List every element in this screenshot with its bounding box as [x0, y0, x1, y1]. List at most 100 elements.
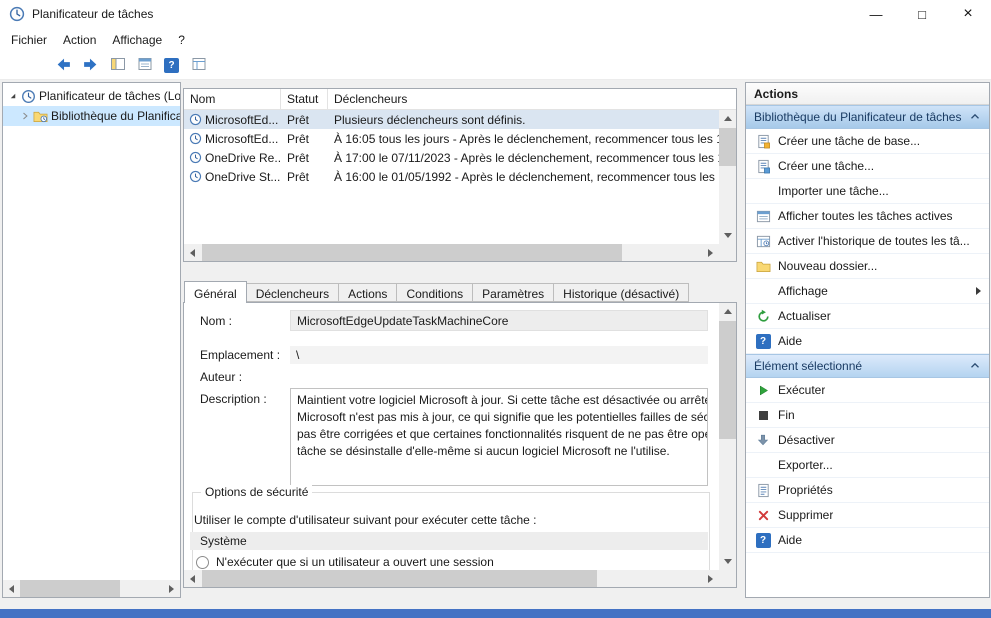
action-show-active-tasks[interactable]: Afficher toutes les tâches actives: [746, 204, 989, 229]
task-row[interactable]: MicrosoftEd... Prêt À 16:05 tous les jou…: [184, 129, 719, 148]
action-disable[interactable]: Désactiver: [746, 428, 989, 453]
collapse-icon[interactable]: [967, 109, 983, 125]
enable-history-icon: [754, 233, 772, 249]
delete-icon: [754, 507, 772, 523]
console-tree-icon: [110, 56, 126, 75]
submenu-arrow-icon: [976, 287, 981, 295]
tree-item-scheduler-local[interactable]: Planificateur de tâches (Local: [3, 86, 180, 106]
minimize-button[interactable]: —: [853, 0, 899, 28]
description-field-label: Description :: [200, 392, 267, 406]
toolbar-console-tree-button[interactable]: [106, 54, 129, 77]
toolbar-back-button[interactable]: [52, 54, 75, 77]
action-end[interactable]: Fin: [746, 403, 989, 428]
list-header: Nom Statut Déclencheurs: [184, 89, 736, 110]
scroll-right-button[interactable]: [163, 580, 180, 597]
task-triggers: À 16:00 le 01/05/1992 - Après le déclenc…: [328, 170, 719, 184]
scroll-down-button[interactable]: [719, 227, 736, 244]
action-create-basic-task[interactable]: Créer une tâche de base...: [746, 129, 989, 154]
help-icon: ?: [754, 532, 772, 548]
tab-general[interactable]: Général: [184, 281, 247, 303]
toolbar-help-button[interactable]: ?: [160, 54, 183, 77]
location-field-value: \: [290, 346, 708, 364]
column-header-nom[interactable]: Nom: [184, 89, 281, 109]
menu-fichier[interactable]: Fichier: [3, 29, 55, 51]
tree-horizontal-scrollbar[interactable]: [3, 580, 180, 597]
action-delete[interactable]: Supprimer: [746, 503, 989, 528]
action-help-selected[interactable]: ? Aide: [746, 528, 989, 553]
scheduler-clock-icon: [21, 89, 36, 104]
radio-button-icon[interactable]: [196, 556, 209, 569]
menu-action[interactable]: Action: [55, 29, 104, 51]
toolbar-forward-button[interactable]: [79, 54, 102, 77]
taskbar-strip: [0, 609, 991, 618]
menu-help[interactable]: ?: [170, 29, 193, 51]
scrollbar-thumb[interactable]: [202, 570, 597, 587]
section-header-label: Bibliothèque du Planificateur de tâches: [754, 110, 967, 124]
tab-actions[interactable]: Actions: [338, 283, 397, 302]
scroll-up-button[interactable]: [719, 303, 736, 320]
action-help-library[interactable]: ? Aide: [746, 329, 989, 354]
section-header-library[interactable]: Bibliothèque du Planificateur de tâches: [746, 105, 989, 129]
list-horizontal-scrollbar[interactable]: [184, 244, 719, 261]
menu-bar: Fichier Action Affichage ?: [0, 28, 991, 52]
task-row[interactable]: OneDrive Re... Prêt À 17:00 le 07/11/202…: [184, 148, 719, 167]
action-properties[interactable]: Propriétés: [746, 478, 989, 503]
scroll-right-button[interactable]: [702, 570, 719, 587]
toolbar-list-view-button[interactable]: [187, 54, 210, 77]
column-header-declencheurs[interactable]: Déclencheurs: [328, 89, 736, 109]
task-triggers: À 17:00 le 07/11/2023 - Après le déclenc…: [328, 151, 719, 165]
caption-buttons: — □ ×: [853, 0, 991, 28]
task-row[interactable]: MicrosoftEd... Prêt Plusieurs déclencheu…: [184, 110, 719, 129]
action-refresh[interactable]: Actualiser: [746, 304, 989, 329]
column-header-statut[interactable]: Statut: [281, 89, 328, 109]
tab-parametres[interactable]: Paramètres: [472, 283, 554, 302]
forward-arrow-icon: [82, 56, 99, 76]
action-item-label: Actualiser: [778, 309, 831, 323]
scrollbar-thumb[interactable]: [719, 321, 736, 439]
details-horizontal-scrollbar[interactable]: [184, 570, 719, 587]
toolbar-export-list-button[interactable]: [133, 54, 156, 77]
chevron-expanded-icon[interactable]: [6, 89, 20, 103]
task-row[interactable]: OneDrive St... Prêt À 16:00 le 01/05/199…: [184, 167, 719, 186]
collapse-icon[interactable]: [967, 358, 983, 374]
radio-label: N'exécuter que si un utilisateur a ouver…: [216, 555, 494, 569]
section-header-selected-item[interactable]: Élément sélectionné: [746, 354, 989, 378]
action-import-task[interactable]: Importer une tâche...: [746, 179, 989, 204]
maximize-button[interactable]: □: [899, 0, 945, 28]
task-details-pane: Nom : MicrosoftEdgeUpdateTaskMachineCore…: [183, 302, 737, 588]
action-export[interactable]: Exporter...: [746, 453, 989, 478]
scrollbar-thumb[interactable]: [20, 580, 120, 597]
action-enable-history[interactable]: Activer l'historique de toutes les tâ...: [746, 229, 989, 254]
tab-declencheurs[interactable]: Déclencheurs: [246, 283, 339, 302]
list-vertical-scrollbar[interactable]: [719, 110, 736, 244]
action-affichage[interactable]: Affichage: [746, 279, 989, 304]
tree-item-library[interactable]: Bibliothèque du Planificat: [3, 106, 180, 126]
scrollbar-thumb[interactable]: [719, 128, 736, 166]
scroll-left-button[interactable]: [184, 244, 201, 261]
close-button[interactable]: ×: [945, 0, 991, 28]
scroll-down-button[interactable]: [719, 553, 736, 570]
scroll-up-button[interactable]: [719, 110, 736, 127]
details-vertical-scrollbar[interactable]: [719, 303, 736, 570]
task-clock-icon: [188, 132, 202, 146]
scrollbar-thumb[interactable]: [202, 244, 622, 261]
security-options-title: Options de sécurité: [201, 485, 312, 499]
refresh-icon: [754, 308, 772, 324]
action-run[interactable]: Exécuter: [746, 378, 989, 403]
scroll-right-button[interactable]: [702, 244, 719, 261]
action-item-label: Activer l'historique de toutes les tâ...: [778, 234, 970, 248]
tab-conditions[interactable]: Conditions: [396, 283, 473, 302]
scroll-left-button[interactable]: [3, 580, 20, 597]
tab-historique[interactable]: Historique (désactivé): [553, 283, 689, 302]
menu-affichage[interactable]: Affichage: [104, 29, 170, 51]
no-icon: [754, 183, 772, 199]
back-arrow-icon: [55, 56, 72, 76]
chevron-collapsed-icon[interactable]: [18, 109, 32, 123]
logged-on-only-option[interactable]: N'exécuter que si un utilisateur a ouver…: [196, 555, 494, 569]
description-textarea[interactable]: Maintient votre logiciel Microsoft à jou…: [290, 388, 708, 486]
action-new-folder[interactable]: Nouveau dossier...: [746, 254, 989, 279]
action-item-label: Importer une tâche...: [778, 184, 889, 198]
task-status: Prêt: [281, 113, 328, 127]
action-create-task[interactable]: Créer une tâche...: [746, 154, 989, 179]
scroll-left-button[interactable]: [184, 570, 201, 587]
